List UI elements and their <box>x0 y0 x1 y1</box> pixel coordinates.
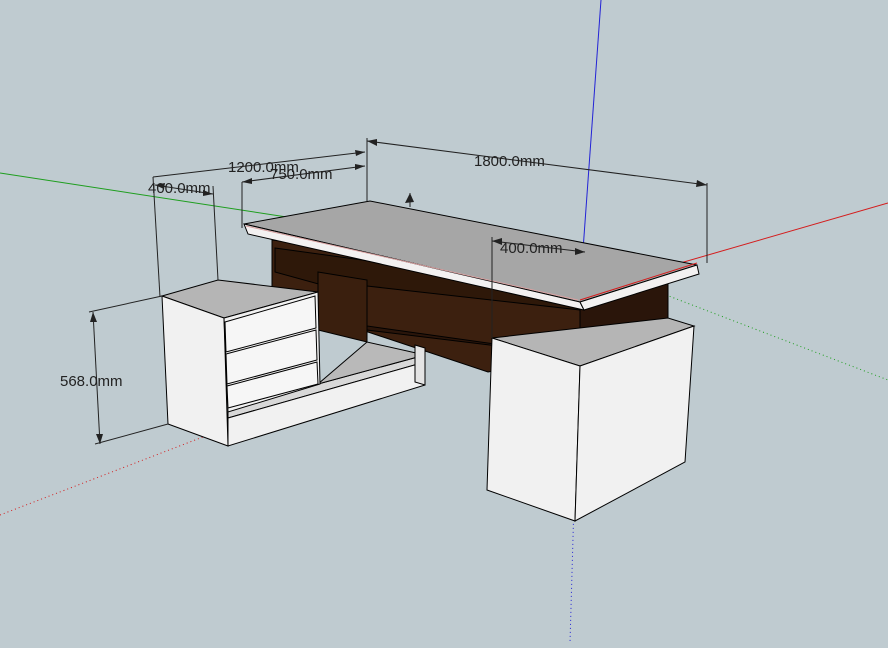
dim-label-750: 750.0mm <box>270 166 333 183</box>
model-canvas[interactable]: 1800.0mm 1200.0mm 750.0mm 400.0mm 400.0m… <box>0 0 888 644</box>
return-end-panel[interactable] <box>414 344 426 386</box>
right-pedestal[interactable] <box>486 317 696 522</box>
dim-label-1800: 1800.0mm <box>474 153 545 170</box>
dim-label-400-pedestal: 400.0mm <box>500 240 563 257</box>
dim-label-400-left: 400.0mm <box>148 180 211 197</box>
drawer-cabinet-side[interactable] <box>161 295 229 447</box>
wood-leg-left[interactable] <box>317 271 368 343</box>
pedestal-front[interactable] <box>486 337 581 522</box>
dim-label-568: 568.0mm <box>60 373 123 390</box>
sketchup-viewport[interactable]: 1800.0mm 1200.0mm 750.0mm 400.0mm 400.0m… <box>0 0 888 644</box>
